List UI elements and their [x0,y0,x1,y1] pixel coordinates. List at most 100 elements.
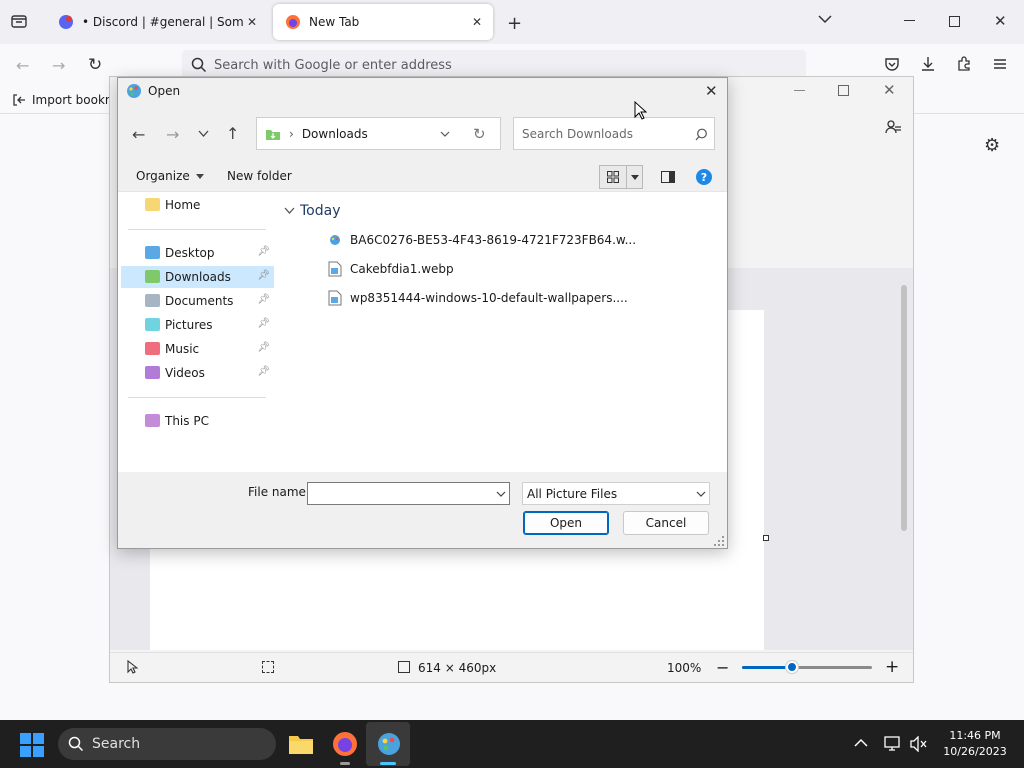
breadcrumb-downloads[interactable]: Downloads [302,127,368,141]
dialog-close-icon[interactable]: ✕ [705,82,718,100]
resize-grip-icon[interactable] [714,536,724,546]
zoom-slider-thumb[interactable] [786,661,798,673]
file-type-select[interactable]: All Picture Files [522,482,710,505]
nav-item-home[interactable]: Home [121,194,274,216]
nav-divider [128,397,266,398]
search-icon [695,128,707,141]
close-tab-icon[interactable]: ✕ [469,14,485,30]
home-folder-icon [145,198,160,211]
refresh-icon[interactable]: ↻ [473,125,486,143]
close-window-icon[interactable]: ✕ [994,12,1007,30]
clock-time: 11:46 PM [949,729,1001,742]
mouse-cursor-icon [634,101,647,121]
windows-start-icon[interactable] [20,733,44,757]
nav-item-music[interactable]: Music 📌︎ [121,338,274,360]
open-button[interactable]: Open [523,511,609,535]
import-icon [13,94,25,106]
file-name: Cakebfdia1.webp [350,262,454,276]
file-row[interactable]: BA6C0276-BE53-4F43-8619-4721F723FB64.w..… [328,229,636,251]
firefox-taskbar-icon[interactable] [332,731,358,757]
gear-icon[interactable]: ⚙ [984,135,1000,156]
paint-minimize-icon[interactable] [794,90,805,91]
view-dropdown-icon[interactable] [626,166,642,188]
tab-new-tab[interactable]: New Tab ✕ [273,4,493,40]
hamburger-menu-icon[interactable] [992,56,1008,72]
recent-locations-chevron-icon[interactable] [198,130,209,138]
zoom-out-icon[interactable]: − [716,658,729,677]
nav-item-pictures[interactable]: Pictures 📌︎ [121,314,274,336]
desktop-icon [145,246,160,259]
new-tab-plus-icon[interactable]: + [507,13,522,34]
volume-muted-icon[interactable] [910,736,928,752]
extensions-puzzle-icon[interactable] [956,56,972,72]
nav-item-label: Downloads [165,270,231,284]
network-icon[interactable] [884,736,902,752]
preview-pane-icon[interactable] [661,171,675,183]
dialog-forward-icon[interactable]: → [166,125,179,144]
up-folder-icon[interactable]: ↑ [226,124,239,143]
downloads-icon[interactable] [920,56,936,72]
search-downloads-input[interactable]: Search Downloads [513,117,715,150]
canvas-resize-handle[interactable] [763,535,769,541]
back-arrow-icon[interactable]: ← [16,56,29,75]
organize-button[interactable]: Organize [136,169,204,183]
close-tab-icon[interactable]: ✕ [244,14,260,30]
file-name-input[interactable] [307,482,510,505]
large-icons-view-icon[interactable] [600,166,626,188]
forward-arrow-icon[interactable]: → [52,56,65,75]
pin-icon[interactable]: 📌︎ [257,366,270,377]
paint-account-icon[interactable] [884,118,902,136]
address-dropdown-chevron-icon[interactable] [440,131,450,138]
pocket-icon[interactable] [884,56,900,72]
taskbar-clock[interactable]: 11:46 PM 10/26/2023 [940,728,1010,760]
paint-close-icon[interactable]: ✕ [883,81,896,99]
file-explorer-taskbar-icon[interactable] [288,732,314,756]
help-icon[interactable]: ? [696,169,712,185]
restore-window-icon[interactable] [949,16,960,27]
pin-icon[interactable]: 📌︎ [257,318,270,329]
music-icon [145,342,160,355]
reload-icon[interactable]: ↻ [88,55,102,75]
nav-item-downloads[interactable]: Downloads 📌︎ [121,266,274,288]
paint-vertical-scrollbar[interactable] [901,285,907,531]
tab-title: • Discord | #general | SomeBot's [82,15,244,29]
nav-item-videos[interactable]: Videos 📌︎ [121,362,274,384]
zoom-in-icon[interactable]: + [885,657,899,677]
tab-list-icon[interactable] [10,12,28,30]
file-name-dropdown-icon[interactable] [496,491,506,498]
selection-size-icon [262,661,274,673]
import-bookmarks-button[interactable]: Import bookm [12,90,117,110]
this-pc-icon [145,414,160,427]
tab-discord[interactable]: • Discord | #general | SomeBot's ✕ [46,4,268,40]
paint-maximize-icon[interactable] [838,85,849,96]
discord-favicon-icon [59,15,73,29]
paint-app-icon [126,83,142,99]
file-row[interactable]: wp8351444-windows-10-default-wallpapers.… [328,287,628,309]
nav-item-this-pc[interactable]: This PC [121,410,274,432]
new-folder-button[interactable]: New folder [227,169,292,183]
organize-label: Organize [136,169,190,183]
pin-icon[interactable]: 📌︎ [257,246,270,257]
show-hidden-icons-chevron-icon[interactable] [854,738,868,747]
taskbar-search-box[interactable]: Search [58,728,276,760]
pin-icon[interactable]: 📌︎ [257,270,270,281]
cancel-button[interactable]: Cancel [623,511,709,535]
file-row[interactable]: Cakebfdia1.webp [328,258,454,280]
list-all-tabs-chevron-icon[interactable] [818,14,832,24]
nav-item-documents[interactable]: Documents 📌︎ [121,290,274,312]
videos-icon [145,366,160,379]
dialog-back-icon[interactable]: ← [132,125,145,144]
dialog-title: Open [148,84,181,98]
pin-icon[interactable]: 📌︎ [257,342,270,353]
pin-icon[interactable]: 📌︎ [257,294,270,305]
group-collapse-chevron-icon[interactable] [284,207,295,215]
view-mode-button[interactable] [599,165,643,189]
nav-item-label: Desktop [165,246,215,260]
nav-item-desktop[interactable]: Desktop 📌︎ [121,242,274,264]
minimize-window-icon[interactable] [904,20,915,21]
zoom-slider-track[interactable] [742,666,872,669]
group-header-today[interactable]: Today [284,203,341,219]
search-placeholder: Search Downloads [522,126,633,141]
address-bar[interactable]: › Downloads ↻ [256,117,501,150]
import-bookmarks-label: Import bookm [32,93,117,107]
